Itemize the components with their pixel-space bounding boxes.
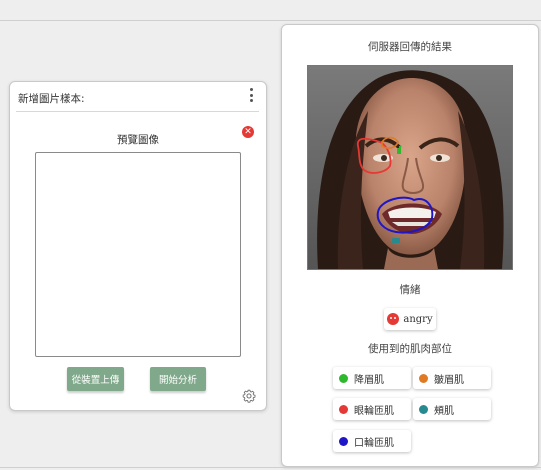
- muscle-label: 皺眉肌: [434, 374, 464, 386]
- muscle-chip-procerus: 降眉肌: [333, 367, 411, 389]
- color-dot-icon: [339, 436, 348, 446]
- muscle-chip-orbicularis-oris: 口輪匝肌: [333, 430, 411, 452]
- upload-card-title: 新增圖片樣本:: [18, 93, 85, 105]
- upload-card: 新增圖片樣本: 預覽圖像 ✕ 從裝置上傳 開始分析: [9, 81, 267, 411]
- muscle-label: 降眉肌: [354, 374, 384, 386]
- start-analysis-button[interactable]: 開始分析: [150, 367, 206, 391]
- muscle-label: 眼輪匝肌: [354, 405, 394, 417]
- bottom-divider: [0, 467, 541, 468]
- emotion-chip: angry: [384, 308, 436, 330]
- upload-card-divider: [16, 111, 259, 112]
- color-dot-icon: [339, 373, 348, 383]
- analyzed-face-image: [307, 65, 513, 270]
- muscle-label: 頰肌: [434, 405, 454, 417]
- muscle-chip-corrugator: 皺眉肌: [413, 367, 491, 389]
- color-dot-icon: [339, 404, 348, 414]
- clear-preview-icon[interactable]: ✕: [242, 126, 254, 138]
- muscle-chip-orbicularis-oculi: 眼輪匝肌: [333, 398, 411, 420]
- color-dot-icon: [419, 404, 428, 414]
- image-preview-area: [35, 152, 241, 357]
- color-dot-icon: [419, 373, 428, 383]
- angry-face-icon: [387, 313, 400, 325]
- result-card: 伺服器回傳的結果 情緒 angry 使用到的肌肉部位 降眉肌 皺眉肌 眼輪匝肌 …: [281, 24, 539, 467]
- upload-from-device-button[interactable]: 從裝置上傳: [67, 367, 124, 391]
- top-divider: [0, 20, 541, 21]
- muscle-chip-buccinator: 頰肌: [413, 398, 491, 420]
- muscle-label: 口輪匝肌: [354, 437, 394, 449]
- emotion-label: 情緒: [399, 284, 421, 296]
- result-title: 伺服器回傳的結果: [368, 41, 452, 53]
- settings-gear-icon[interactable]: [242, 389, 256, 403]
- emotion-value: angry: [403, 313, 433, 325]
- more-options-icon[interactable]: [248, 88, 254, 102]
- muscles-label: 使用到的肌肉部位: [368, 343, 452, 355]
- preview-label: 預覽圖像: [117, 134, 159, 146]
